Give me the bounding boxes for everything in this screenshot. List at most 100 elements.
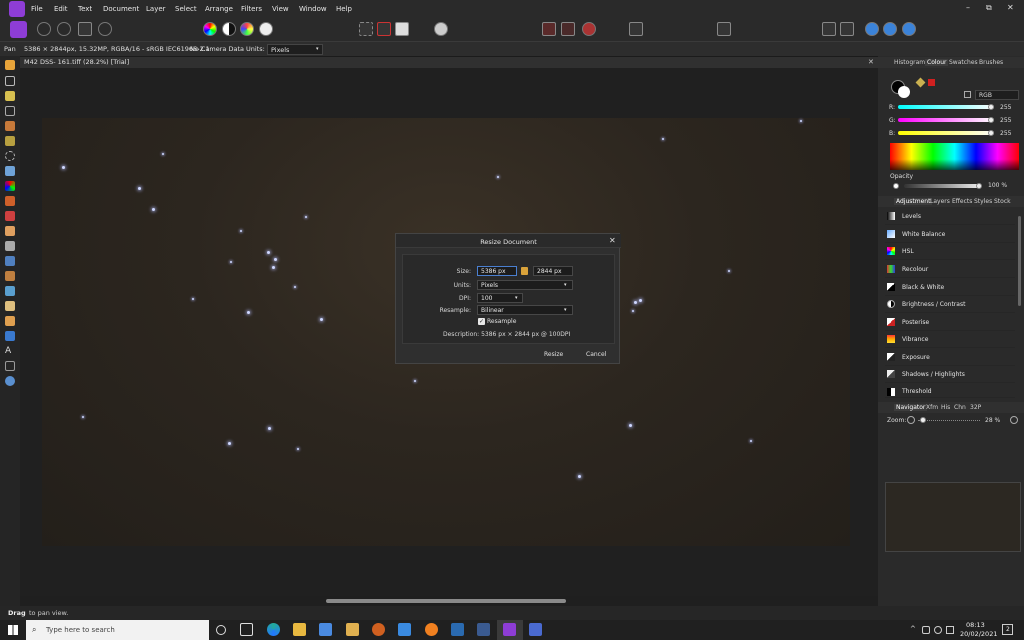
healing-brush-tool-icon[interactable] [5,271,15,281]
tab-histogram[interactable]: Histogram [894,59,925,66]
store-icon[interactable] [319,623,332,636]
assistant-icon[interactable] [542,22,556,36]
opacity-slider[interactable] [904,184,980,188]
arrange-icon[interactable] [822,22,836,36]
colour-picker-tool-icon[interactable] [5,91,15,101]
app-icon-7[interactable] [529,623,542,636]
pen-tool-icon[interactable] [5,316,15,326]
studio-link-secondary-icon[interactable] [883,22,897,36]
units-dropdown[interactable]: Pixels ▾ [267,44,323,55]
auto-levels-icon[interactable] [203,22,217,36]
selection-mode-icon[interactable] [359,22,373,36]
resize-button[interactable]: Resize [544,351,563,358]
task-view-icon[interactable] [240,623,253,636]
adjustment-levels[interactable]: Levels [885,208,1015,225]
photo-persona-icon[interactable] [10,21,27,38]
tab-styles[interactable]: Styles [974,198,992,205]
tab-effects[interactable]: Effects [952,198,972,205]
crop-tool-icon[interactable] [5,106,15,116]
hand-tool-icon[interactable] [5,60,15,70]
tab-32bit-preview[interactable]: 32P [970,404,981,411]
view-tool-icon[interactable] [5,361,15,371]
colour-replacement-tool-icon[interactable] [5,211,15,221]
move-tool-icon[interactable] [5,76,15,86]
snapping-icon[interactable] [561,22,575,36]
clock-date[interactable]: 20/02/2021 [960,630,997,638]
studio-link-tertiary-icon[interactable] [902,22,916,36]
app-icon-2[interactable] [372,623,385,636]
tab-transform[interactable]: Xfm [926,404,938,411]
close-window-button[interactable]: ✕ [1007,3,1014,12]
cancel-button[interactable]: Cancel [586,351,606,358]
app-icon-3[interactable] [398,623,411,636]
height-field[interactable]: 2844 px [533,266,573,276]
adjustment-shadows-highlights[interactable]: Shadows / Highlights [885,366,1015,383]
adjustment-hsl[interactable]: HSL [885,243,1015,260]
menu-document[interactable]: Document [103,5,139,13]
menu-view[interactable]: View [272,5,289,13]
menu-filters[interactable]: Filters [241,5,262,13]
lock-icon[interactable] [521,267,528,275]
cortana-icon[interactable] [216,625,226,635]
affinity-photo-logo-icon[interactable] [9,1,25,17]
tone-mapping-persona-icon[interactable] [78,22,92,36]
adjustment-white-balance[interactable]: White Balance [885,226,1015,243]
app-icon-1[interactable] [346,623,359,636]
tab-swatches[interactable]: Swatches [949,59,978,66]
erase-brush-tool-icon[interactable] [5,226,15,236]
resample-checkbox[interactable]: ✓ [478,318,485,325]
b-slider-handle[interactable] [988,130,994,136]
app-icon-4[interactable] [425,623,438,636]
affinity-photo-taskbar-icon[interactable] [503,623,516,636]
r-slider-handle[interactable] [988,104,994,110]
dodge-brush-tool-icon[interactable] [5,241,15,251]
zoom-tool-icon[interactable] [5,376,15,386]
adjustment-black-white[interactable]: Black & White [885,279,1015,296]
zoom-slider-handle[interactable] [920,417,926,423]
taskbar-search-box[interactable]: ⌕ Type here to search [26,620,209,640]
adjustment-threshold[interactable]: Threshold [885,384,1015,398]
navigator-thumbnail[interactable] [885,482,1021,552]
colour-spectrum[interactable] [890,143,1019,170]
adjustment-exposure[interactable]: Exposure [885,349,1015,366]
mesh-warp-tool-icon[interactable] [5,301,15,311]
edge-icon[interactable] [267,623,280,636]
tab-stock[interactable]: Stock [994,198,1011,205]
snapshot-icon[interactable] [629,22,643,36]
notification-icon[interactable]: 2 [1002,624,1013,635]
app-icon-6[interactable] [477,623,490,636]
menu-text[interactable]: Text [78,5,92,13]
quick-mask-icon[interactable] [434,22,448,36]
adjustment-vibrance[interactable]: Vibrance [885,331,1015,348]
view-mode-icon[interactable] [717,22,731,36]
adjustment-recolour[interactable]: Recolour [885,261,1015,278]
menu-edit[interactable]: Edit [54,5,68,13]
zoom-in-icon[interactable] [1010,416,1018,424]
selection-brush-tool-icon[interactable] [5,121,15,131]
tab-brushes[interactable]: Brushes [979,59,1003,66]
tab-navigator[interactable]: Navigator [894,404,928,411]
flood-fill-tool-icon[interactable] [5,166,15,176]
horizontal-scroll-thumb[interactable] [326,599,566,603]
minimize-button[interactable]: – [966,3,970,12]
gradient-tool-icon[interactable] [5,181,15,191]
zoom-value[interactable]: 28 % [985,417,1000,424]
menu-window[interactable]: Window [299,5,327,13]
b-slider[interactable] [898,131,994,135]
liquify-persona-icon[interactable] [37,22,51,36]
marquee-tool-icon[interactable] [5,151,15,161]
menu-file[interactable]: File [31,5,43,13]
menu-arrange[interactable]: Arrange [205,5,233,13]
menu-help[interactable]: Help [336,5,352,13]
tab-history[interactable]: His [941,404,950,411]
lock-icon[interactable] [964,91,971,98]
transparency-swatch[interactable] [928,79,935,86]
adjustment-posterise[interactable]: Posterise [885,314,1015,331]
develop-persona-icon[interactable] [57,22,71,36]
tab-layers[interactable]: Layers [930,198,950,205]
arrange-secondary-icon[interactable] [840,22,854,36]
chevron-up-icon[interactable]: ^ [910,625,916,633]
g-value[interactable]: 255 [1000,117,1011,124]
adjustment-brightness-contrast[interactable]: Brightness / Contrast [885,296,1015,313]
g-slider-handle[interactable] [988,117,994,123]
